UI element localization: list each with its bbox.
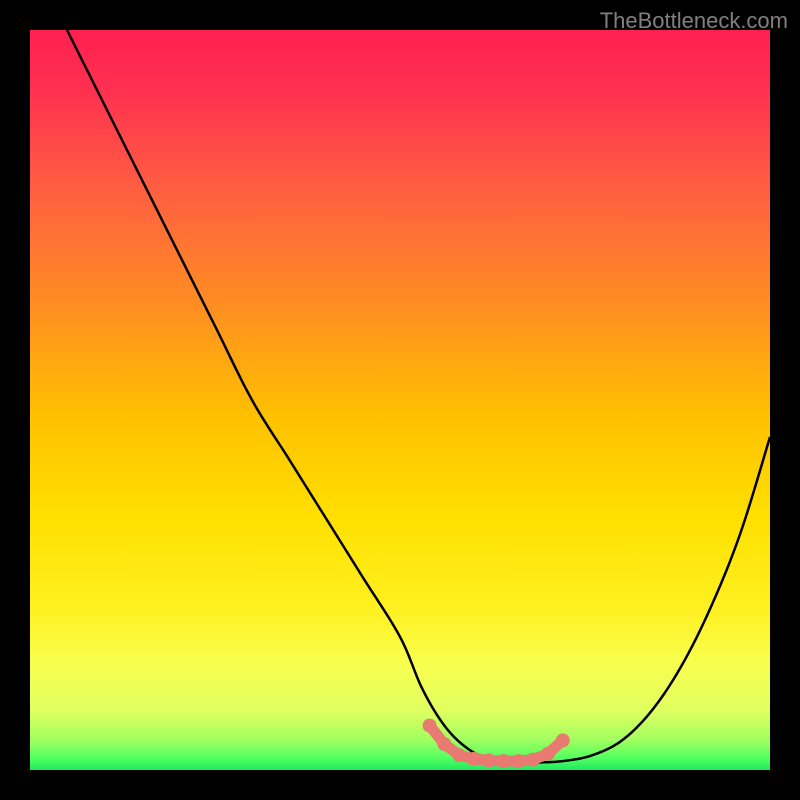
sweet-spot-marker (423, 719, 437, 733)
sweet-spot-marker (467, 752, 481, 766)
sweet-spot-marker (556, 733, 570, 747)
sweet-spot-marker (511, 754, 525, 768)
sweet-spot-marker (541, 747, 555, 761)
sweet-spot-marker (526, 753, 540, 767)
chart-svg (30, 30, 770, 770)
watermark-text: TheBottleneck.com (600, 8, 788, 34)
sweet-spot-marker (482, 753, 496, 767)
sweet-spot-marker (437, 737, 451, 751)
chart-container: TheBottleneck.com (0, 0, 800, 800)
sweet-spot-marker (497, 754, 511, 768)
plot-area (30, 30, 770, 770)
gradient-background (30, 30, 770, 770)
sweet-spot-marker (452, 748, 466, 762)
